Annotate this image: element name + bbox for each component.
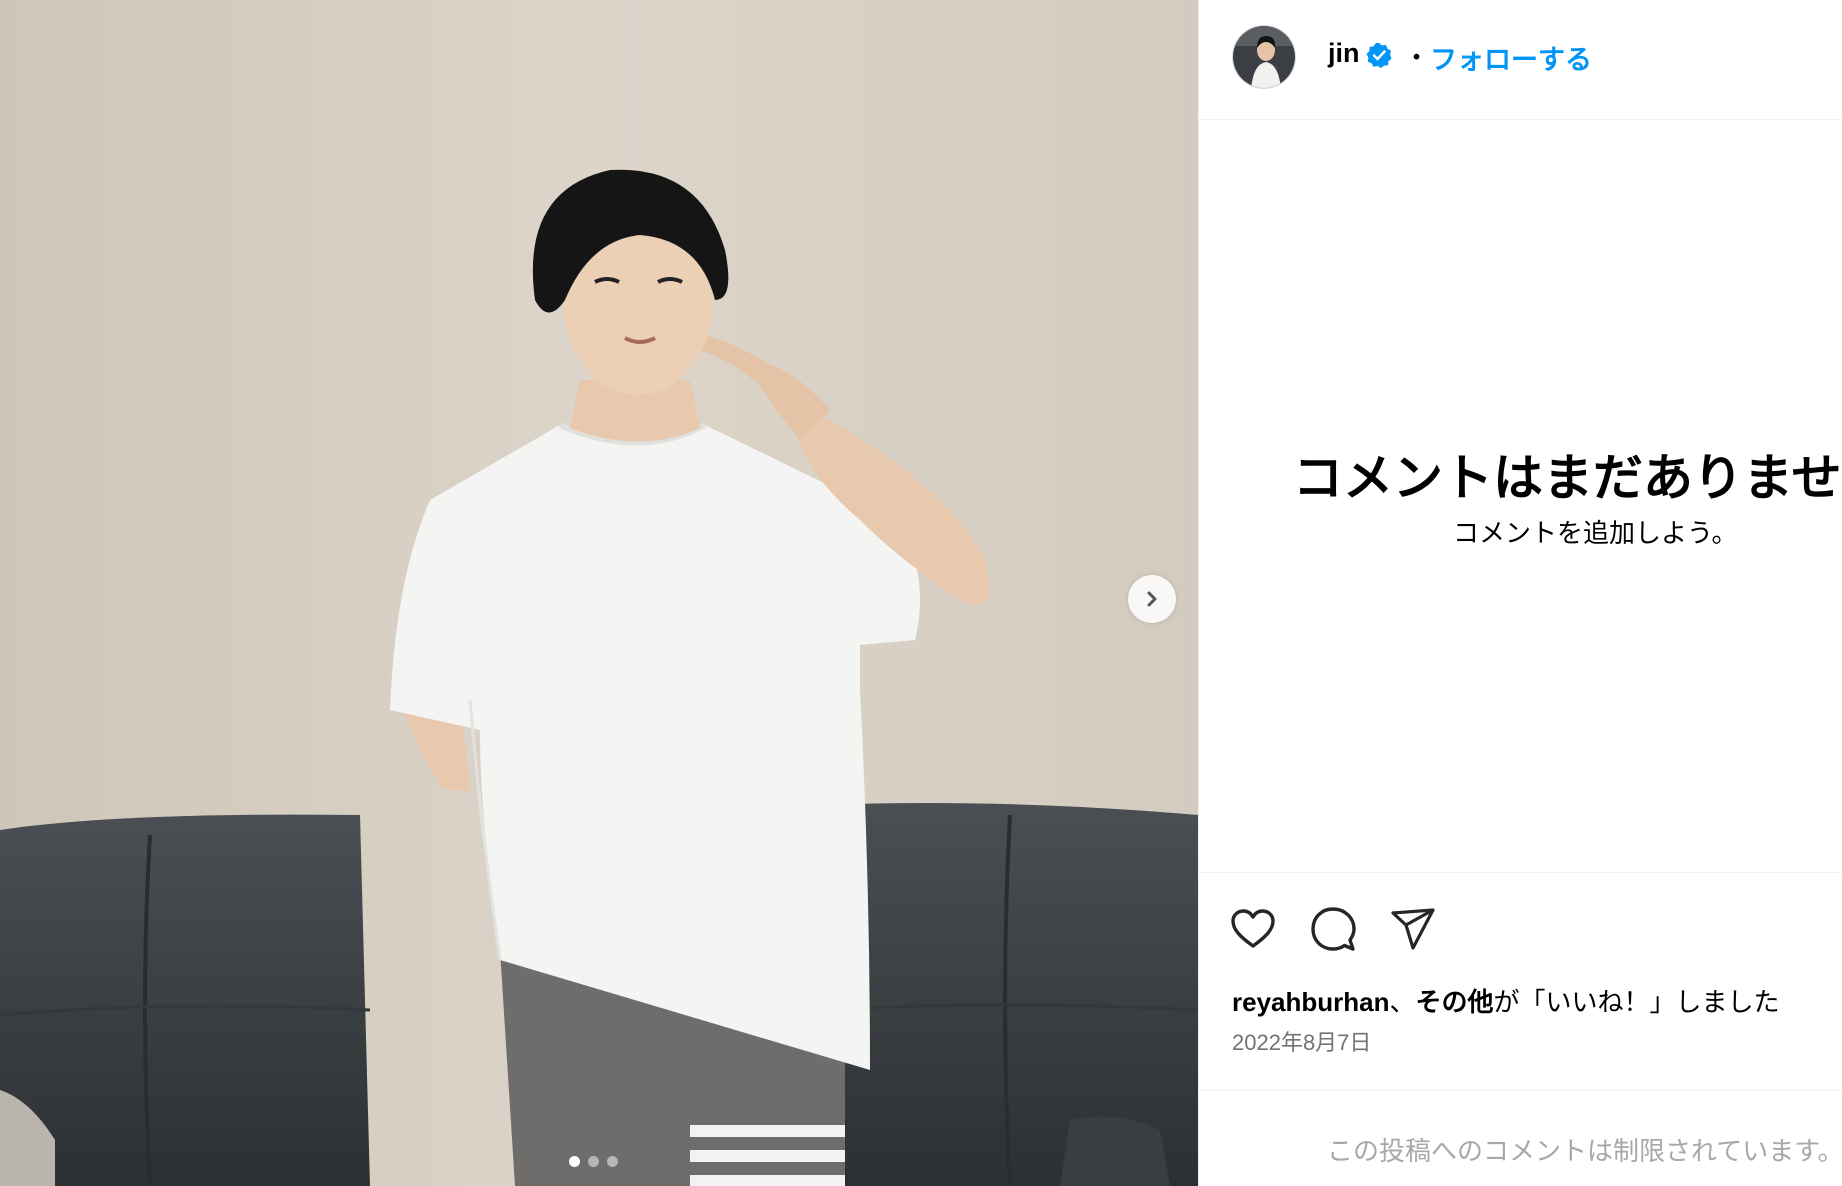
header-separator: ・ <box>1403 43 1430 73</box>
carousel-indicator <box>569 1156 618 1167</box>
comments-restricted-notice: この投稿へのコメントは制限されています。 <box>1327 1136 1842 1166</box>
likes-others-link[interactable]: その他 <box>1416 987 1494 1017</box>
heart-icon[interactable] <box>1229 905 1277 953</box>
next-slide-button[interactable] <box>1128 575 1176 623</box>
comment-icon[interactable] <box>1309 905 1357 953</box>
post-photo <box>0 0 1198 1186</box>
post-date[interactable]: 2022年8月7日 <box>1232 1025 1371 1057</box>
post-sidebar: jin ・ フォローする コメントはまだありません。 コメントを追加しよう。 r… <box>1198 0 1842 1186</box>
likes-separator: 、 <box>1389 987 1416 1017</box>
likes-suffix: が「いいね！」しました <box>1493 987 1780 1017</box>
liker-username[interactable]: reyahburhan <box>1232 987 1390 1017</box>
verified-badge-icon <box>1366 43 1392 68</box>
chevron-right-icon <box>1147 591 1157 607</box>
no-comments-title: コメントはまだありません。 <box>1293 450 1842 506</box>
username-link[interactable]: jin <box>1328 38 1360 69</box>
avatar-image <box>1233 26 1295 88</box>
post-actions: reyahburhan、その他が「いいね！」しました 2022年8月7日 <box>1199 872 1842 1090</box>
carousel-dot <box>588 1156 599 1167</box>
likes-summary: reyahburhan、その他が「いいね！」しました <box>1232 982 1780 1019</box>
avatar[interactable] <box>1232 25 1296 89</box>
post-header: jin ・ フォローする <box>1199 0 1842 120</box>
comment-box: この投稿へのコメントは制限されています。 <box>1199 1090 1842 1186</box>
post-media <box>0 0 1198 1186</box>
send-icon[interactable] <box>1389 905 1437 953</box>
follow-button[interactable]: フォローする <box>1430 38 1592 77</box>
carousel-dot <box>607 1156 618 1167</box>
no-comments-subtitle: コメントを追加しよう。 <box>1453 518 1738 548</box>
carousel-dot <box>569 1156 580 1167</box>
